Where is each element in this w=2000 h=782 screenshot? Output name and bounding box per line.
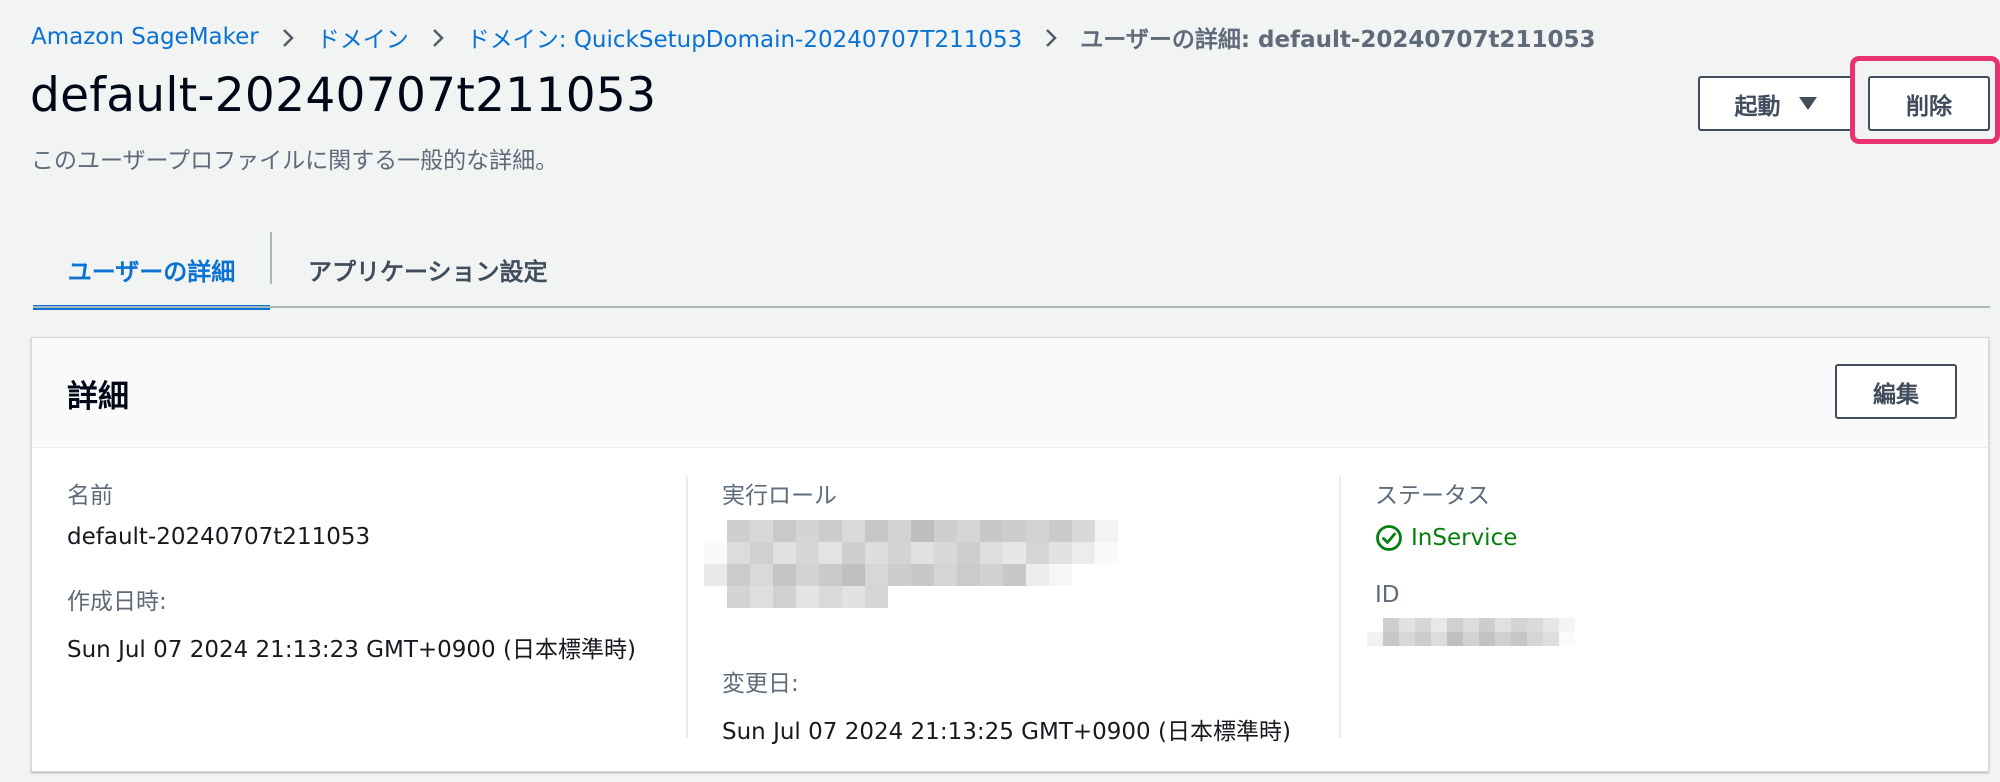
created-label: 作成日時:	[67, 589, 167, 615]
breadcrumb-domain[interactable]: ドメイン: QuickSetupDomain-20240707T211053	[467, 20, 1023, 54]
tab-user-details[interactable]: ユーザーの詳細	[33, 230, 270, 310]
id-label: ID	[1375, 582, 1400, 608]
tabs-underline	[33, 306, 1990, 308]
chevron-right-icon	[259, 24, 317, 50]
modified-field: 変更日: Sun Jul 07 2024 21:13:25 GMT+0900 (…	[722, 664, 1291, 746]
name-label: 名前	[67, 483, 113, 509]
column-divider	[686, 476, 688, 738]
page-description: このユーザープロファイルに関する一般的な詳細。	[31, 148, 559, 174]
page-title: default-20240707t211053	[30, 68, 657, 123]
edit-button[interactable]: 編集	[1835, 364, 1957, 419]
status-text: InService	[1411, 525, 1518, 551]
created-value: Sun Jul 07 2024 21:13:23 GMT+0900 (日本標準時…	[67, 637, 636, 663]
breadcrumb: Amazon SageMaker ドメイン ドメイン: QuickSetupDo…	[31, 20, 1595, 54]
launch-button-label: 起動	[1734, 93, 1781, 120]
status-value: InService	[1375, 524, 1517, 552]
column-divider	[1339, 476, 1341, 738]
status-field: ステータス InService	[1375, 476, 1517, 552]
page: Amazon SageMaker ドメイン ドメイン: QuickSetupDo…	[0, 0, 2000, 782]
status-success-icon	[1376, 525, 1402, 551]
redacted-id-value	[1367, 618, 1575, 646]
name-value: default-20240707t211053	[67, 524, 371, 550]
role-label: 実行ロール	[722, 483, 837, 509]
created-field: 作成日時: Sun Jul 07 2024 21:13:23 GMT+0900 …	[67, 582, 636, 664]
tab-app-settings[interactable]: アプリケーション設定	[308, 230, 548, 308]
modified-label: 変更日:	[722, 671, 799, 697]
caret-down-icon	[1798, 97, 1817, 110]
tab-list: ユーザーの詳細 アプリケーション設定	[33, 230, 1990, 310]
role-field: 実行ロール	[704, 476, 1118, 608]
details-title: 詳細	[67, 379, 129, 415]
chevron-right-icon	[1022, 24, 1080, 50]
id-field: ID	[1367, 582, 1575, 646]
name-field: 名前 default-20240707t211053	[67, 476, 370, 550]
delete-button[interactable]: 削除	[1868, 76, 1990, 131]
chevron-right-icon	[409, 24, 467, 50]
breadcrumb-current: ユーザーの詳細: default-20240707t211053	[1080, 27, 1596, 53]
tab-divider	[270, 232, 272, 284]
launch-button[interactable]: 起動	[1698, 76, 1853, 131]
redacted-role-value	[704, 520, 1118, 608]
modified-value: Sun Jul 07 2024 21:13:25 GMT+0900 (日本標準時…	[722, 719, 1291, 745]
breadcrumb-sagemaker[interactable]: Amazon SageMaker	[31, 24, 259, 50]
details-header: 詳細 編集	[32, 338, 1988, 448]
status-label: ステータス	[1375, 483, 1490, 509]
details-container: 詳細 編集 名前 default-20240707t211053 作成日時: S…	[31, 337, 1989, 772]
breadcrumb-domains[interactable]: ドメイン	[317, 20, 409, 54]
